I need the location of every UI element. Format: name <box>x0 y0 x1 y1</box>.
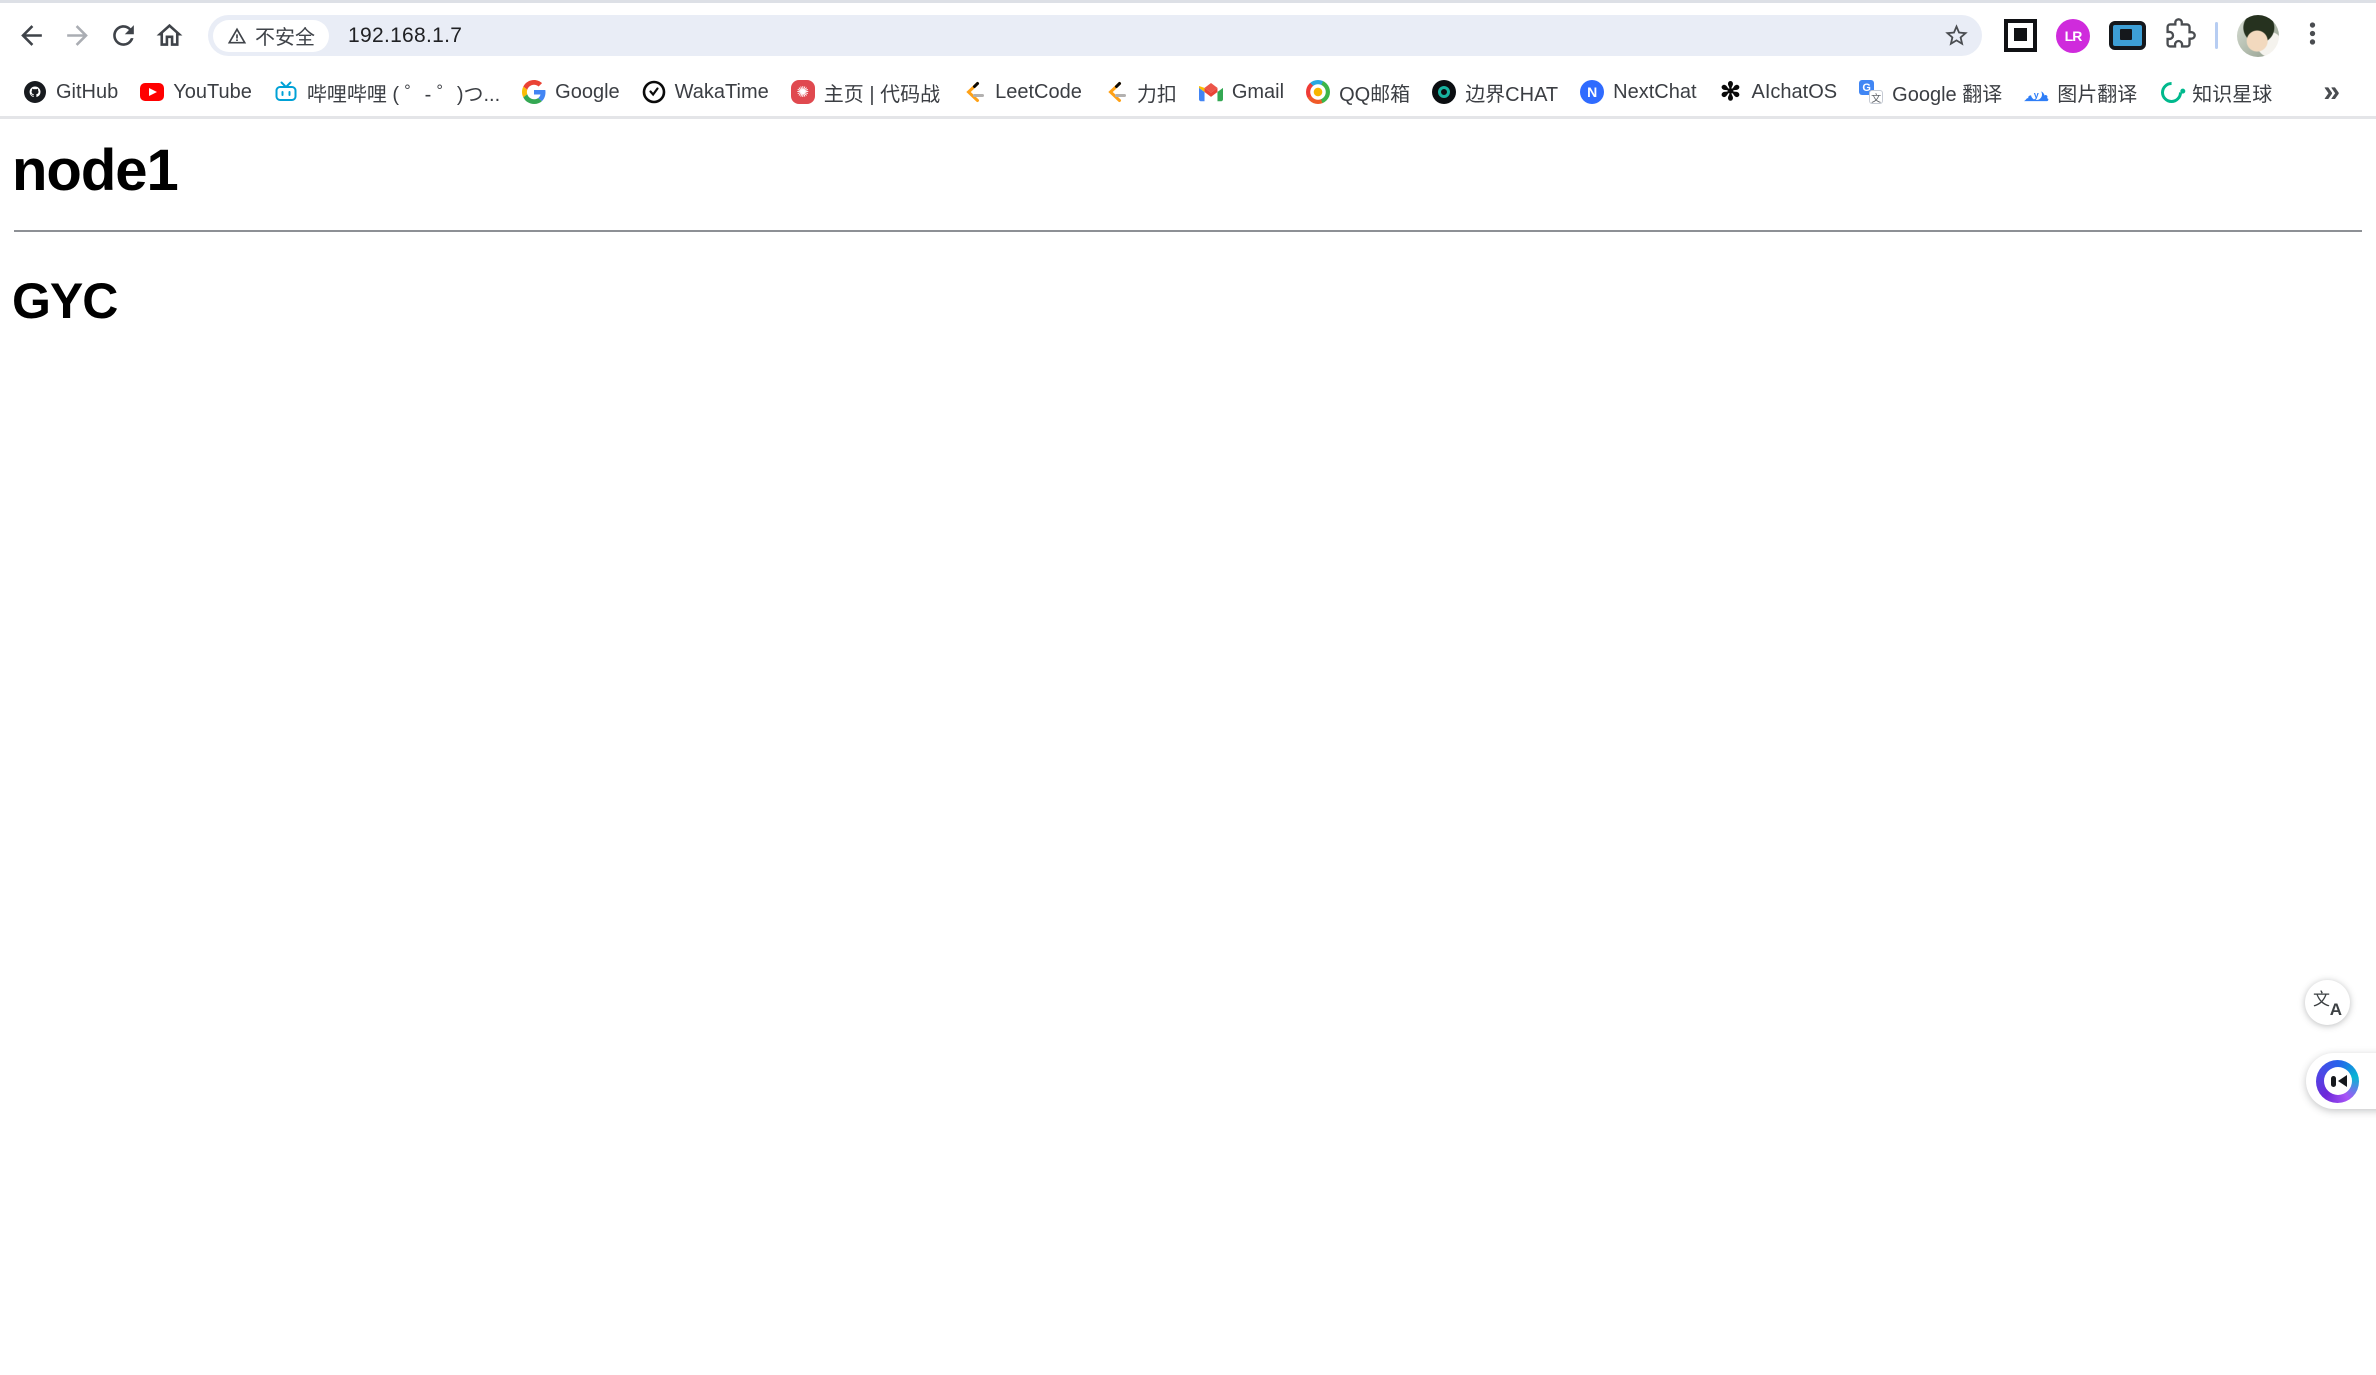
page-subtitle: GYC <box>12 273 118 329</box>
google-icon <box>522 80 546 104</box>
square-extension-inner <box>2014 28 2027 41</box>
bookmark-codewar-home[interactable]: ✺ 主页 | 代码战 <box>780 71 951 113</box>
url-text[interactable]: 192.168.1.7 <box>348 24 462 48</box>
robot-face <box>2323 1067 2352 1095</box>
warning-icon <box>227 27 247 43</box>
bookmark-google[interactable]: Google <box>511 71 631 113</box>
bookmark-label: Google 翻译 <box>1892 83 2003 106</box>
home-button[interactable] <box>146 13 192 59</box>
bookmark-github[interactable]: GitHub <box>12 71 129 113</box>
bookmark-label: AIchatOS <box>1751 80 1838 103</box>
bookmark-aichatos[interactable]: ✻ AIchatOS <box>1708 71 1849 113</box>
github-icon <box>23 80 47 104</box>
bilibili-icon <box>274 80 298 104</box>
bookmark-label: 知识星球 <box>2192 83 2273 106</box>
profile-separator <box>2215 22 2218 49</box>
bookmarks-bar: GitHub YouTube 哔哩哔哩 ( ゜- ゜)つ... Google W… <box>0 68 2376 119</box>
bookmark-bianjie-chat[interactable]: 边界CHAT <box>1421 71 1569 113</box>
lr-monogram: LR <box>2064 27 2083 44</box>
bianjie-chat-icon <box>1432 80 1457 104</box>
zhishixingqiu-icon <box>2156 77 2187 107</box>
divider <box>14 230 2362 232</box>
bookmark-youtube[interactable]: YouTube <box>129 71 263 113</box>
reload-icon <box>112 25 134 46</box>
forward-icon <box>66 25 88 46</box>
translate-zh-glyph: 文 <box>2313 990 2330 1009</box>
wakatime-icon <box>642 80 666 104</box>
robot-right-eye <box>2337 1075 2347 1087</box>
page-content: node1 GYC <box>0 137 2376 330</box>
puzzle-icon <box>2166 17 2196 48</box>
bookmark-label: GitHub <box>56 80 119 103</box>
gmail-icon <box>1198 80 1223 104</box>
square-extension-icon[interactable] <box>2004 19 2037 52</box>
bookmark-gmail[interactable]: Gmail <box>1188 71 1295 113</box>
security-label: 不安全 <box>255 27 315 49</box>
codewar-icon: ✺ <box>790 80 815 104</box>
back-icon <box>20 25 42 46</box>
security-chip[interactable]: 不安全 <box>213 19 329 52</box>
bookmark-label: QQ邮箱 <box>1339 83 1411 106</box>
bookmark-star-button[interactable] <box>1936 16 1976 56</box>
bookmark-label: NextChat <box>1613 80 1697 103</box>
bookmarks-overflow-chevron[interactable]: » <box>2323 77 2340 107</box>
lr-extension-icon[interactable]: LR <box>2056 18 2090 53</box>
bookmark-label: 力扣 <box>1136 83 1177 106</box>
bookmark-label: 哔哩哔哩 ( ゜- ゜)つ... <box>306 83 501 106</box>
pip-inner <box>2120 29 2132 40</box>
image-translate-icon: ☁y <box>2023 79 2050 106</box>
bookmark-leetcode[interactable]: LeetCode <box>951 71 1093 113</box>
star-icon <box>1944 24 1968 46</box>
bookmark-zhishixingqiu[interactable]: 知识星球 <box>2148 71 2283 113</box>
translate-fab[interactable]: 文 A <box>2305 980 2350 1025</box>
browser-menu-button[interactable] <box>2298 19 2327 53</box>
bookmark-qqmail[interactable]: QQ邮箱 <box>1295 71 1421 113</box>
youtube-icon <box>140 80 165 104</box>
bookmark-label: Gmail <box>1231 80 1285 103</box>
bookmark-label: 边界CHAT <box>1465 83 1559 106</box>
aichatos-icon: ✻ <box>1720 78 1741 106</box>
translate-en-glyph: A <box>2329 1000 2342 1019</box>
qqmail-icon <box>1306 80 1331 104</box>
back-button[interactable] <box>8 13 54 59</box>
bookmark-nextchat[interactable]: N NextChat <box>1569 71 1707 113</box>
bookmark-wakatime[interactable]: WakaTime <box>631 71 780 113</box>
toolbar-right-cluster: LR <box>2004 14 2327 57</box>
page-title: node1 <box>12 138 179 203</box>
leetcode-icon <box>962 80 986 104</box>
leetcode-icon <box>1104 80 1128 104</box>
profile-avatar[interactable] <box>2237 14 2279 57</box>
forward-button[interactable] <box>54 13 100 59</box>
robot-left-eye <box>2330 1076 2336 1087</box>
bookmark-label: WakaTime <box>674 80 769 103</box>
google-translate-icon: G文 <box>1859 80 1884 105</box>
assistant-robot-icon <box>2316 1059 2359 1103</box>
picture-in-picture-extension-icon[interactable] <box>2109 21 2146 50</box>
bookmark-bilibili[interactable]: 哔哩哔哩 ( ゜- ゜)つ... <box>263 71 511 113</box>
browser-toolbar: 不安全 192.168.1.7 LR <box>0 0 2376 68</box>
ai-assistant-fab[interactable] <box>2306 1053 2376 1109</box>
extensions-menu-button[interactable] <box>2165 17 2196 54</box>
bookmark-label: 图片翻译 <box>2057 83 2138 106</box>
bookmark-likou[interactable]: 力扣 <box>1093 71 1188 113</box>
bookmark-label: 主页 | 代码战 <box>823 83 941 106</box>
nextchat-icon: N <box>1580 80 1605 104</box>
three-dots-icon <box>2309 21 2316 45</box>
home-icon <box>156 23 182 46</box>
bookmark-google-translate[interactable]: G文 Google 翻译 <box>1848 71 2013 113</box>
bookmark-image-translate[interactable]: ☁y 图片翻译 <box>2013 71 2148 113</box>
bookmark-label: Google <box>555 80 620 103</box>
bookmark-label: LeetCode <box>995 80 1082 103</box>
address-bar[interactable]: 不安全 192.168.1.7 <box>208 15 1982 56</box>
bookmark-label: YouTube <box>173 80 252 103</box>
reload-button[interactable] <box>100 13 146 59</box>
